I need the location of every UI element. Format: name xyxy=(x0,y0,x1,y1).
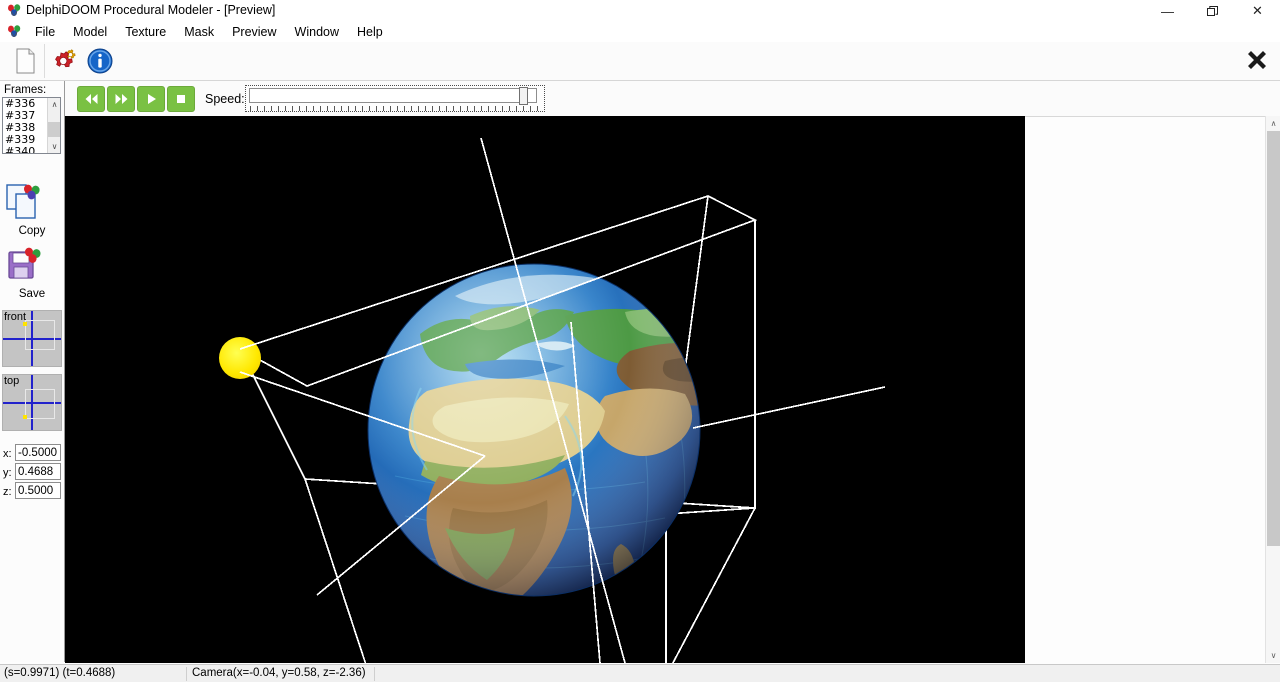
fast-forward-button[interactable] xyxy=(107,86,135,112)
menu-item-window[interactable]: Window xyxy=(286,23,348,42)
3d-viewport[interactable] xyxy=(65,116,1025,663)
coord-y-input[interactable] xyxy=(15,463,61,480)
coord-row-y: y: xyxy=(0,463,64,482)
mdi-balloons-icon xyxy=(7,25,21,39)
window-close-button[interactable]: ✕ xyxy=(1235,0,1280,22)
frames-scroll-up-arrow[interactable]: ∧ xyxy=(48,98,61,111)
viewport-scroll-down-arrow[interactable]: ∨ xyxy=(1266,648,1280,663)
floppy-disk-icon xyxy=(0,244,64,286)
top-view-marker xyxy=(23,415,27,419)
top-view-bounds xyxy=(25,389,55,419)
bold-close-x-icon[interactable] xyxy=(1244,47,1270,73)
viewport-vertical-scrollbar[interactable]: ∧ ∨ xyxy=(1265,116,1280,663)
speed-slider[interactable] xyxy=(245,85,545,112)
viewport-scroll-up-arrow[interactable]: ∧ xyxy=(1266,116,1280,131)
save-button-label: Save xyxy=(0,288,64,300)
speed-slider-thumb[interactable] xyxy=(519,87,528,105)
top-view-label: top xyxy=(4,375,19,387)
menu-item-mask[interactable]: Mask xyxy=(175,23,223,42)
window-minimize-button[interactable]: — xyxy=(1145,0,1190,22)
menu-item-help[interactable]: Help xyxy=(348,23,392,42)
menu-item-list: FileModelTextureMaskPreviewWindowHelp xyxy=(26,22,392,42)
play-button[interactable] xyxy=(137,86,165,112)
menu-bar: FileModelTextureMaskPreviewWindowHelp – … xyxy=(0,22,1280,42)
menu-item-preview[interactable]: Preview xyxy=(223,23,285,42)
viewport-scroll-thumb[interactable] xyxy=(1267,131,1280,546)
speed-slider-groove xyxy=(249,88,537,103)
speed-label: Speed: xyxy=(205,92,245,106)
coord-row-z: z: xyxy=(0,482,64,501)
rewind-button[interactable] xyxy=(77,86,105,112)
status-bar: (s=0.9971) (t=0.4688) Camera(x=-0.04, y=… xyxy=(0,664,1280,682)
frames-scroll-down-arrow[interactable]: ∨ xyxy=(48,140,61,153)
coord-x-label: x: xyxy=(3,448,12,460)
window-controls: — ✕ xyxy=(1145,0,1280,22)
frames-list: #336#337#338#339#340#341 xyxy=(3,98,47,154)
coord-z-input[interactable] xyxy=(15,482,61,499)
window-restore-button[interactable] xyxy=(1190,0,1235,22)
top-view-panel[interactable]: top xyxy=(2,374,62,431)
menu-item-texture[interactable]: Texture xyxy=(116,23,175,42)
coord-z-label: z: xyxy=(3,486,12,498)
front-view-label: front xyxy=(4,311,26,323)
main-toolbar xyxy=(0,42,1280,81)
front-view-bounds xyxy=(25,320,55,350)
left-panel: Frames: #336#337#338#339#340#341 ∧ ∨ Cop xyxy=(0,81,65,662)
front-view-panel[interactable]: front xyxy=(2,310,62,367)
gears-icon[interactable] xyxy=(48,46,78,76)
menu-item-model[interactable]: Model xyxy=(64,23,116,42)
application-window: DelphiDOOM Procedural Modeler - [Preview… xyxy=(0,0,1280,682)
coord-y-label: y: xyxy=(3,467,12,479)
stop-button[interactable] xyxy=(167,86,195,112)
copy-pages-icon xyxy=(0,181,64,223)
window-title: DelphiDOOM Procedural Modeler - [Preview… xyxy=(26,3,275,17)
stop-icon xyxy=(175,93,187,105)
frame-list-item[interactable]: #340 xyxy=(3,146,47,154)
status-divider-2 xyxy=(374,667,375,681)
toolbar-separator xyxy=(44,44,45,78)
frames-listbox[interactable]: #336#337#338#339#340#341 ∧ ∨ xyxy=(2,97,61,154)
frames-label: Frames: xyxy=(4,84,46,96)
copy-button-label: Copy xyxy=(0,225,64,237)
new-document-icon[interactable] xyxy=(10,46,40,76)
title-bar: DelphiDOOM Procedural Modeler - [Preview… xyxy=(0,0,1280,22)
status-cell-st: (s=0.9971) (t=0.4688) xyxy=(0,665,186,682)
frames-scrollbar[interactable]: ∧ ∨ xyxy=(47,98,60,153)
menu-item-file[interactable]: File xyxy=(26,23,64,42)
play-icon xyxy=(145,93,158,105)
status-divider-1 xyxy=(186,667,187,681)
fast-forward-icon xyxy=(114,93,129,105)
speed-slider-ticks xyxy=(250,106,540,111)
frames-scroll-thumb[interactable] xyxy=(48,122,61,137)
coord-x-input[interactable] xyxy=(15,444,61,461)
copy-button[interactable]: Copy xyxy=(0,181,64,237)
status-cell-extra xyxy=(376,665,496,682)
scene-render xyxy=(65,116,1025,663)
info-icon[interactable] xyxy=(85,46,115,76)
status-cell-camera: Camera(x=-0.04, y=0.58, z=-2.36) xyxy=(188,665,374,682)
save-button[interactable]: Save xyxy=(0,244,64,300)
app-balloons-icon xyxy=(7,4,21,18)
rewind-icon xyxy=(84,93,99,105)
coord-row-x: x: xyxy=(0,444,64,463)
preview-child-window: Speed: xyxy=(65,81,1280,662)
